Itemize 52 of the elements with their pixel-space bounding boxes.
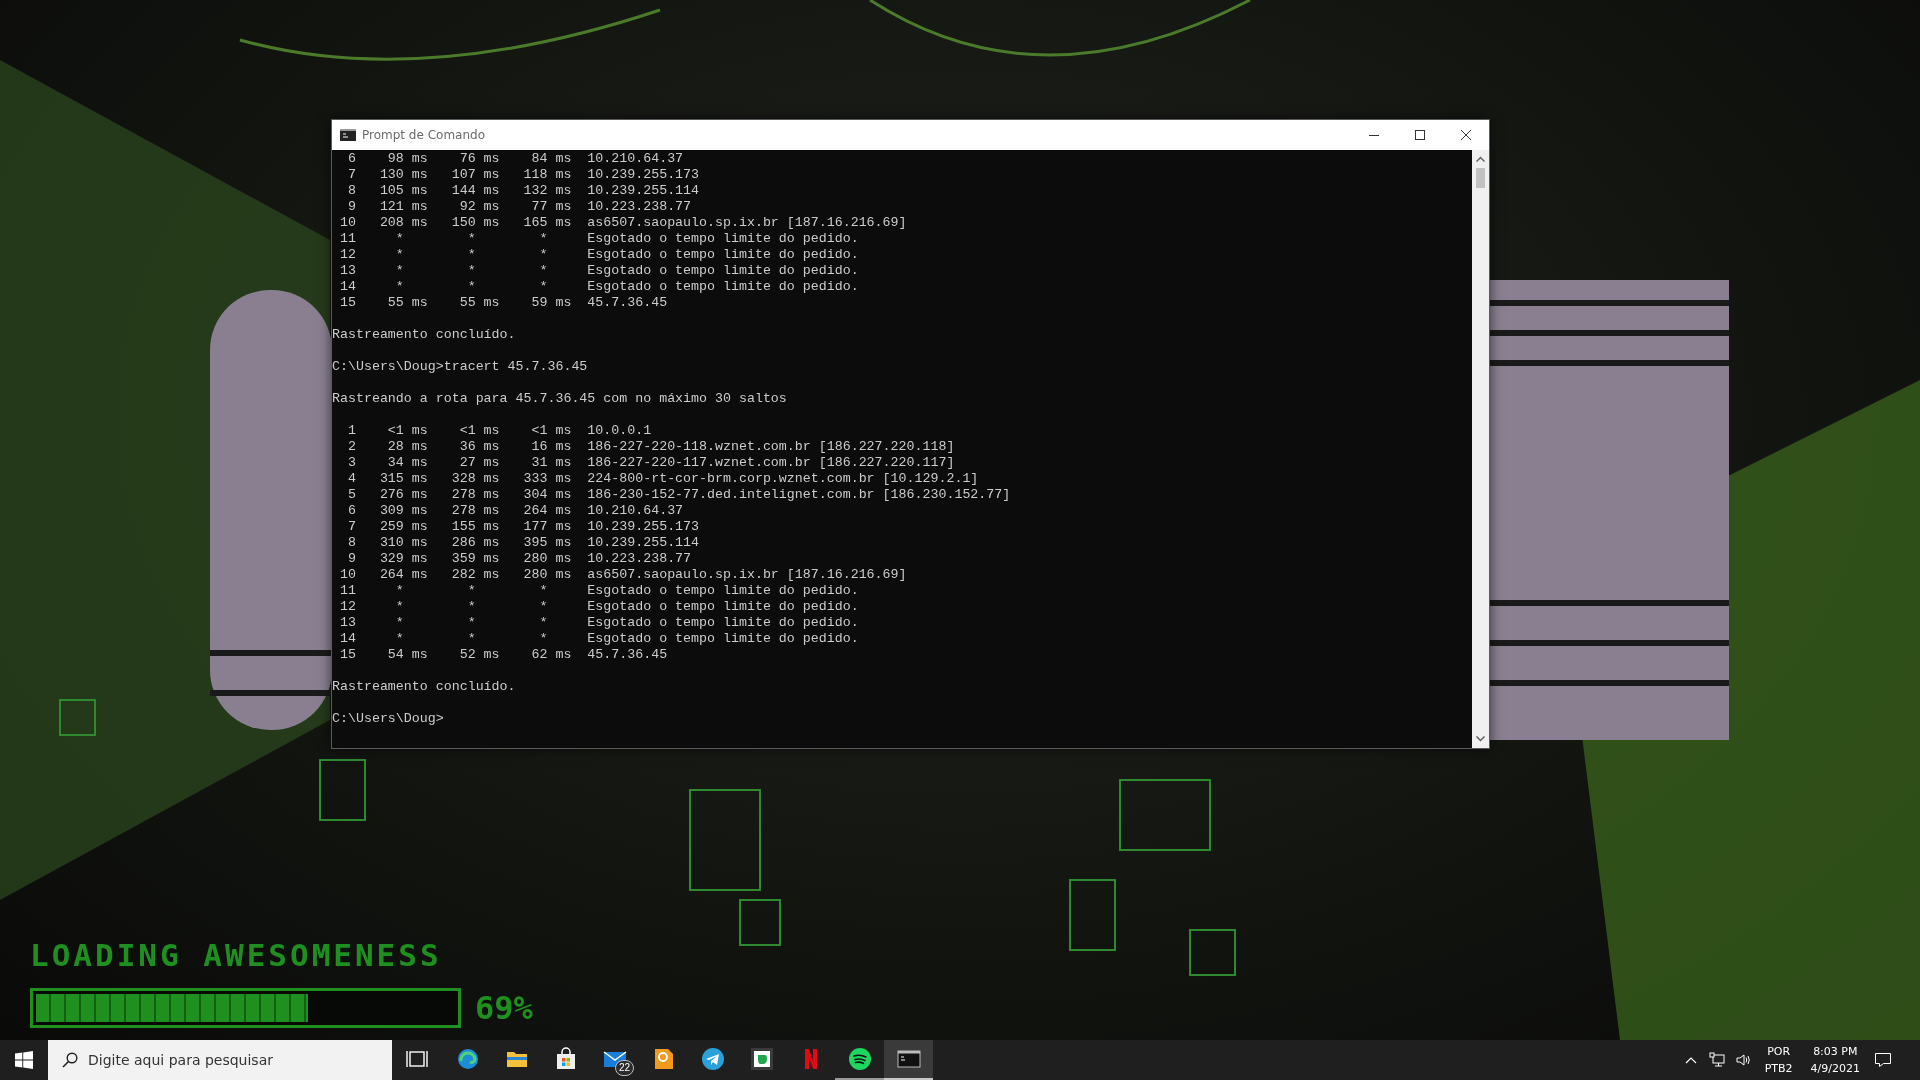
close-icon — [1460, 129, 1472, 141]
scroll-up-icon[interactable] — [1476, 156, 1485, 162]
console-line: 7 130 ms 107 ms 118 ms 10.239.255.173 — [346, 167, 700, 183]
console-line: C:\Users\Doug>tracert 45.7.36.45 — [332, 359, 588, 375]
console-line: 13 * * * Esgotado o tempo limite do pedido. — [338, 615, 859, 631]
console-line: 9 329 ms 359 ms 280 ms 10.223.238.77 — [346, 551, 692, 567]
console-line: 13 * * * Esgotado o tempo limite do pedido. — [338, 263, 859, 279]
console-line: 6 98 ms 76 ms 84 ms 10.210.64.37 — [346, 151, 684, 167]
console-line: 8 310 ms 286 ms 395 ms 10.239.255.114 — [346, 535, 700, 551]
console-line: 11 * * * Esgotado o tempo limite do pedido. — [338, 231, 859, 247]
console-line: Rastreamento concluído. — [332, 679, 516, 695]
window-title: Prompt de Comando — [362, 128, 486, 142]
scroll-thumb[interactable] — [1476, 168, 1485, 188]
console-line: 11 * * * Esgotado o tempo limite do pedido. — [338, 583, 859, 599]
console-line: 15 55 ms 55 ms 59 ms 45.7.36.45 — [338, 295, 668, 311]
console-icon — [896, 1047, 921, 1071]
console-line: 9 121 ms 92 ms 77 ms 10.223.238.77 — [346, 199, 692, 215]
console-line: Rastreando a rota para 45.7.36.45 com no máximo 30 saltos — [332, 391, 787, 407]
loading-caption: LOADING AWESOMENESS — [30, 938, 443, 972]
browser-icon — [455, 1047, 480, 1071]
search-field[interactable]: Digite aqui para pesquisar — [48, 1040, 392, 1080]
console-line: C:\Users\Doug> — [332, 711, 444, 727]
console-line: 10 208 ms 150 ms 165 ms as6507.saopaulo.sp.ix.br [187.16.216.69] — [338, 215, 907, 231]
taskbar-app-button[interactable]: 22 — [590, 1040, 639, 1080]
maximize-icon — [1414, 129, 1426, 141]
console-line: 14 * * * Esgotado o tempo limite do pedido. — [338, 631, 859, 647]
search-icon — [62, 1052, 78, 1068]
console-line: 4 315 ms 328 ms 333 ms 224-800-rt-cor-brm.corp.wznet.com.br [10.129.2.1] — [346, 471, 979, 487]
console-line: Rastreamento concluído. — [332, 327, 516, 343]
windows-logo-icon — [15, 1051, 33, 1069]
clock[interactable]: 8:03 PM 4/9/2021 — [1804, 1043, 1866, 1077]
progress-percent: 69% — [475, 989, 533, 1027]
console-line: 6 309 ms 278 ms 264 ms 10.210.64.37 — [346, 503, 684, 519]
console-line: 3 34 ms 27 ms 31 ms 186-227-220-117.wznet.com.br [186.227.220.117] — [346, 455, 955, 471]
console-line: 8 105 ms 144 ms 132 ms 10.239.255.114 — [346, 183, 700, 199]
console-line: 10 264 ms 282 ms 280 ms as6507.saopaulo.sp.ix.br [187.16.216.69] — [338, 567, 907, 583]
scroll-down-icon[interactable] — [1476, 736, 1485, 742]
language-indicator[interactable]: POR PTB2 — [1758, 1043, 1799, 1077]
console-line: 5 276 ms 278 ms 304 ms 186-230-152-77.ded.intelignet.com.br [186.230.152.77] — [346, 487, 1011, 503]
console-line: 12 * * * Esgotado o tempo limite do pedido. — [338, 247, 859, 263]
paper-plane-icon — [700, 1047, 725, 1071]
sound-waves-icon — [847, 1047, 872, 1071]
console-line: 14 * * * Esgotado o tempo limite do pedido. — [338, 279, 859, 295]
console-line: 2 28 ms 36 ms 16 ms 186-227-220-118.wznet.com.br [186.227.220.118] — [346, 439, 955, 455]
taskbar-app-button[interactable] — [884, 1040, 933, 1080]
console-line: 7 259 ms 155 ms 177 ms 10.239.255.173 — [346, 519, 700, 535]
scrollbar[interactable] — [1472, 150, 1489, 748]
console-icon — [340, 129, 356, 141]
console-line: 15 54 ms 52 ms 62 ms 45.7.36.45 — [338, 647, 668, 663]
unread-count-badge: 22 — [615, 1060, 635, 1076]
console-line: 1 <1 ms <1 ms <1 ms 10.0.0.1 — [346, 423, 652, 439]
console-line: 12 * * * Esgotado o tempo limite do pedido. — [338, 599, 859, 615]
